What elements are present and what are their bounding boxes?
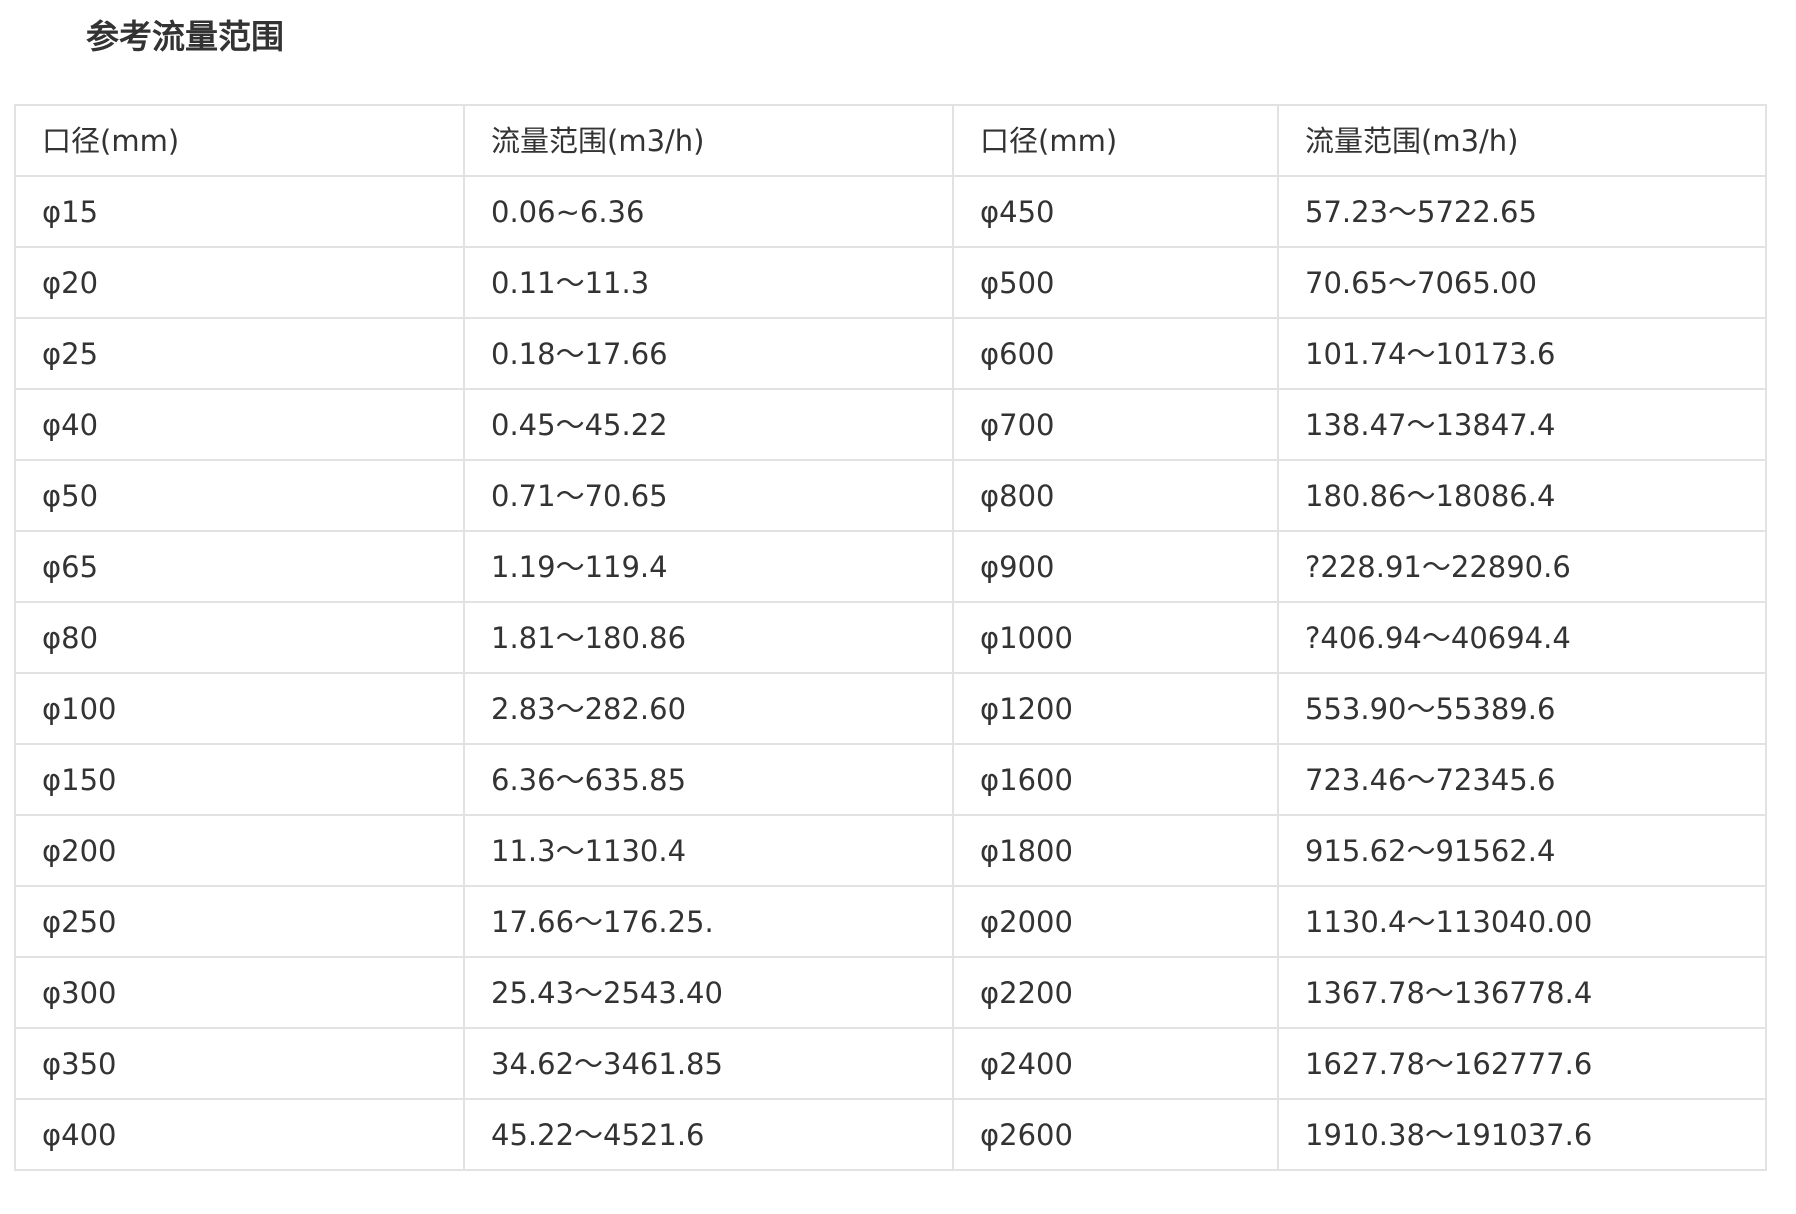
cell-diameter: φ15 xyxy=(14,175,465,248)
cell-flow-range: 57.23～5722.65 xyxy=(1277,175,1767,248)
table-row: φ350 34.62～3461.85 φ2400 1627.78～162777.… xyxy=(14,1027,1767,1100)
cell-flow-range: 0.45～45.22 xyxy=(463,388,954,461)
cell-diameter: φ1000 xyxy=(952,601,1279,674)
cell-flow-range: 25.43～2543.40 xyxy=(463,956,954,1029)
table-row: φ400 45.22～4521.6 φ2600 1910.38～191037.6 xyxy=(14,1098,1767,1171)
cell-diameter: φ1200 xyxy=(952,672,1279,745)
table-row: φ80 1.81～180.86 φ1000 ?406.94～40694.4 xyxy=(14,601,1767,674)
cell-diameter: φ1600 xyxy=(952,743,1279,816)
cell-diameter: φ800 xyxy=(952,459,1279,532)
table-row: φ300 25.43～2543.40 φ2200 1367.78～136778.… xyxy=(14,956,1767,1029)
page-title: 参考流量范围 xyxy=(86,17,284,56)
cell-diameter: φ25 xyxy=(14,317,465,390)
cell-diameter: φ700 xyxy=(952,388,1279,461)
cell-flow-range: 0.71～70.65 xyxy=(463,459,954,532)
cell-flow-range: 1910.38～191037.6 xyxy=(1277,1098,1767,1171)
cell-diameter: φ50 xyxy=(14,459,465,532)
cell-diameter: φ900 xyxy=(952,530,1279,603)
header-cell-flow-range: 流量范围(m3/h) xyxy=(1277,104,1767,177)
header-cell-diameter: 口径(mm) xyxy=(952,104,1279,177)
cell-diameter: φ2600 xyxy=(952,1098,1279,1171)
cell-diameter: φ2200 xyxy=(952,956,1279,1029)
cell-flow-range: 45.22～4521.6 xyxy=(463,1098,954,1171)
cell-diameter: φ400 xyxy=(14,1098,465,1171)
table-row: φ250 17.66～176.25. φ2000 1130.4～113040.0… xyxy=(14,885,1767,958)
cell-flow-range: 1130.4～113040.00 xyxy=(1277,885,1767,958)
cell-diameter: φ500 xyxy=(952,246,1279,319)
cell-diameter: φ300 xyxy=(14,956,465,1029)
table-row: φ50 0.71～70.65 φ800 180.86～18086.4 xyxy=(14,459,1767,532)
cell-flow-range: 70.65～7065.00 xyxy=(1277,246,1767,319)
cell-diameter: φ65 xyxy=(14,530,465,603)
cell-flow-range: 1.19～119.4 xyxy=(463,530,954,603)
table-row: φ40 0.45～45.22 φ700 138.47～13847.4 xyxy=(14,388,1767,461)
cell-flow-range: 0.06~6.36 xyxy=(463,175,954,248)
cell-diameter: φ350 xyxy=(14,1027,465,1100)
header-cell-diameter: 口径(mm) xyxy=(14,104,465,177)
cell-diameter: φ150 xyxy=(14,743,465,816)
cell-flow-range: 17.66～176.25. xyxy=(463,885,954,958)
cell-flow-range: ?228.91～22890.6 xyxy=(1277,530,1767,603)
header-cell-flow-range: 流量范围(m3/h) xyxy=(463,104,954,177)
cell-diameter: φ80 xyxy=(14,601,465,674)
cell-flow-range: 553.90～55389.6 xyxy=(1277,672,1767,745)
flow-range-table: 口径(mm) 流量范围(m3/h) 口径(mm) 流量范围(m3/h) φ15 … xyxy=(14,104,1767,1171)
table-row: φ65 1.19～119.4 φ900 ?228.91～22890.6 xyxy=(14,530,1767,603)
table-row: φ100 2.83～282.60 φ1200 553.90～55389.6 xyxy=(14,672,1767,745)
cell-flow-range: 34.62～3461.85 xyxy=(463,1027,954,1100)
cell-diameter: φ250 xyxy=(14,885,465,958)
cell-diameter: φ200 xyxy=(14,814,465,887)
table-row: φ25 0.18～17.66 φ600 101.74～10173.6 xyxy=(14,317,1767,390)
cell-diameter: φ40 xyxy=(14,388,465,461)
cell-diameter: φ2400 xyxy=(952,1027,1279,1100)
cell-flow-range: 0.18～17.66 xyxy=(463,317,954,390)
cell-flow-range: 1367.78～136778.4 xyxy=(1277,956,1767,1029)
table-row: φ20 0.11～11.3 φ500 70.65～7065.00 xyxy=(14,246,1767,319)
cell-flow-range: 180.86～18086.4 xyxy=(1277,459,1767,532)
cell-diameter: φ450 xyxy=(952,175,1279,248)
cell-flow-range: ?406.94～40694.4 xyxy=(1277,601,1767,674)
cell-flow-range: 1.81～180.86 xyxy=(463,601,954,674)
cell-flow-range: 915.62～91562.4 xyxy=(1277,814,1767,887)
cell-flow-range: 723.46～72345.6 xyxy=(1277,743,1767,816)
cell-diameter: φ1800 xyxy=(952,814,1279,887)
cell-diameter: φ100 xyxy=(14,672,465,745)
table-row: φ150 6.36～635.85 φ1600 723.46～72345.6 xyxy=(14,743,1767,816)
cell-flow-range: 6.36～635.85 xyxy=(463,743,954,816)
cell-flow-range: 0.11～11.3 xyxy=(463,246,954,319)
cell-flow-range: 101.74～10173.6 xyxy=(1277,317,1767,390)
cell-flow-range: 1627.78～162777.6 xyxy=(1277,1027,1767,1100)
table-row: φ200 11.3～1130.4 φ1800 915.62～91562.4 xyxy=(14,814,1767,887)
table-row: φ15 0.06~6.36 φ450 57.23～5722.65 xyxy=(14,175,1767,248)
cell-flow-range: 11.3～1130.4 xyxy=(463,814,954,887)
cell-diameter: φ2000 xyxy=(952,885,1279,958)
cell-flow-range: 138.47～13847.4 xyxy=(1277,388,1767,461)
cell-diameter: φ600 xyxy=(952,317,1279,390)
cell-diameter: φ20 xyxy=(14,246,465,319)
table-header-row: 口径(mm) 流量范围(m3/h) 口径(mm) 流量范围(m3/h) xyxy=(14,104,1767,177)
cell-flow-range: 2.83～282.60 xyxy=(463,672,954,745)
